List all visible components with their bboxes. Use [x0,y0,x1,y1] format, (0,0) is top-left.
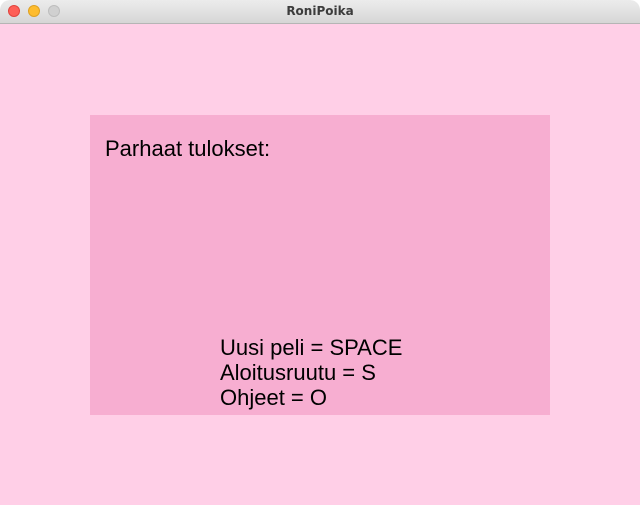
title-bar[interactable]: RoniPoika [0,0,640,24]
window-title: RoniPoika [286,4,354,18]
instruction-new-game: Uusi peli = SPACE [220,335,403,360]
high-scores-heading: Parhaat tulokset: [105,136,271,161]
high-scores-panel: Parhaat tulokset: Uusi peli = SPACE Aloi… [90,115,550,415]
game-canvas[interactable]: Parhaat tulokset: Uusi peli = SPACE Aloi… [0,24,640,505]
instruction-help: Ohjeet = O [220,385,328,410]
key-instructions: Uusi peli = SPACE Aloitusruutu = S Ohjee… [220,335,402,410]
instruction-start-screen: Aloitusruutu = S [220,360,376,385]
app-window: RoniPoika Parhaat tulokset: Uusi peli = … [0,0,640,505]
